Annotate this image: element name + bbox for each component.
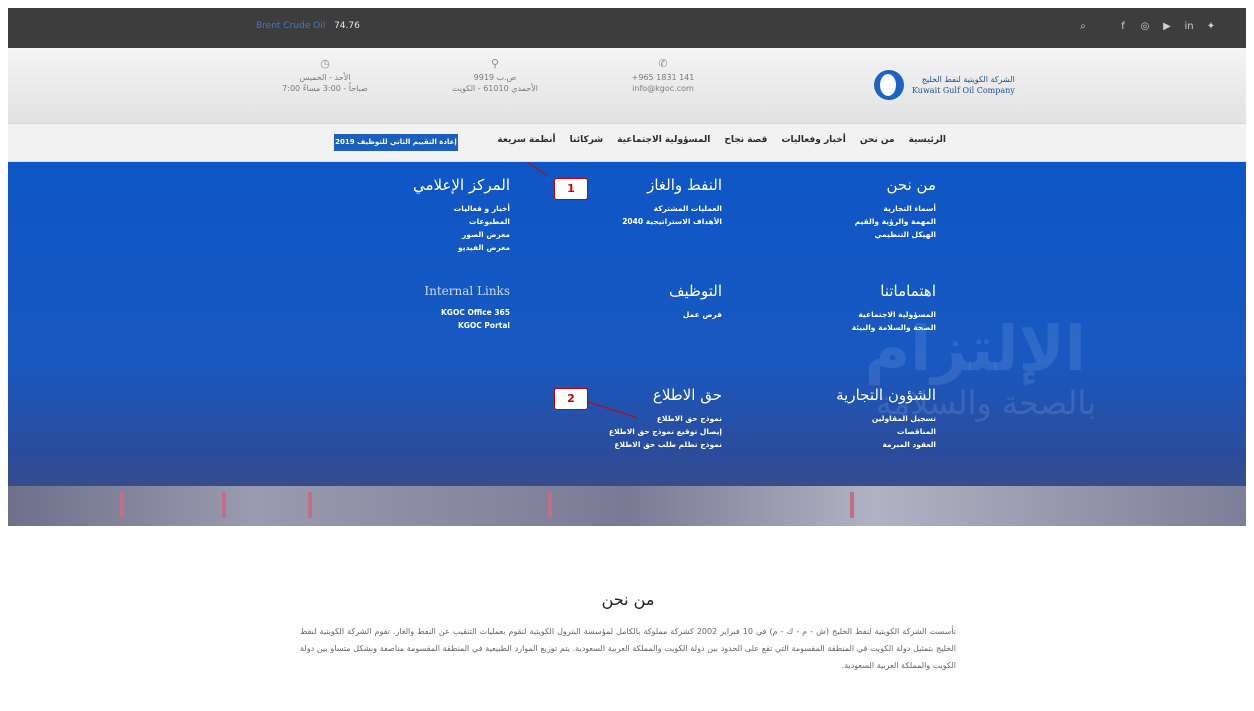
hours-info: ◷ الأحد - الخميس 7:00 صباحاً - 3:00 مساء… bbox=[270, 58, 380, 94]
logo-mark-icon bbox=[874, 70, 904, 100]
nav-item-success[interactable]: قصة نجاح bbox=[724, 135, 767, 145]
search-icon[interactable]: ⌕ bbox=[1076, 20, 1090, 34]
about-section-title: من نحن bbox=[601, 590, 655, 609]
twitter-icon[interactable]: ✦ bbox=[1204, 20, 1218, 34]
top-bar: Brent Crude Oil 74.76 ⌕ f ◎ ▶ in ✦ bbox=[8, 8, 1246, 48]
recruitment-cta-button[interactable]: إعادة التقييم الثاني للتوظيف 2019 bbox=[334, 134, 458, 151]
main-nav: الرئيسية من نحن أخبار وفعاليات قصة نجاح … bbox=[8, 124, 1246, 162]
nav-item-about[interactable]: من نحن bbox=[860, 135, 895, 145]
address-line-2: الأحمدي 61010 - الكويت bbox=[451, 84, 539, 93]
hours-time: 7:00 صباحاً - 3:00 مساءً bbox=[282, 84, 368, 93]
annotation-pointers bbox=[526, 162, 639, 419]
clock-icon: ◷ bbox=[320, 57, 330, 70]
nav-item-news[interactable]: أخبار وفعاليات bbox=[781, 135, 845, 145]
contact-info: ✆ +965 1831 141 info@kgoc.com bbox=[608, 58, 718, 94]
annotation-pointer-2 bbox=[587, 401, 639, 419]
logo-text-en: Kuwait Gulf Oil Company bbox=[912, 86, 1015, 95]
site-header: الشركة الكويتية لنفط الخليج Kuwait Gulf … bbox=[8, 48, 1246, 124]
contact-phone[interactable]: +965 1831 141 bbox=[608, 72, 718, 83]
logo-text-ar: الشركة الكويتية لنفط الخليج bbox=[921, 75, 1015, 84]
nav-item-quick-systems[interactable]: أنظمة سريعة bbox=[497, 135, 555, 145]
mega-menu: الإلتزام بالصحة والسلامة من نحن أسماء ال… bbox=[8, 162, 1246, 526]
about-section-paragraph: تأسست الشركة الكويتية لنفط الخليج (ش - م… bbox=[300, 627, 956, 670]
oil-price-ticker[interactable]: Brent Crude Oil 74.76 bbox=[256, 21, 360, 31]
address-line-1: ص.ب 9919 bbox=[473, 73, 517, 82]
social-icons: ⌕ f ◎ ▶ in ✦ bbox=[1076, 20, 1218, 34]
about-section: من نحن تأسست الشركة الكويتية لنفط الخليج… bbox=[300, 590, 956, 674]
hours-days: الأحد - الخميس bbox=[299, 73, 351, 82]
instagram-icon[interactable]: ◎ bbox=[1138, 20, 1152, 34]
facebook-icon[interactable]: f bbox=[1116, 20, 1130, 34]
annotation-badge-1: 1 bbox=[554, 178, 588, 200]
location-pin-icon: ⚲ bbox=[490, 57, 500, 70]
linkedin-icon[interactable]: in bbox=[1182, 20, 1196, 34]
phone-icon: ✆ bbox=[658, 57, 668, 70]
nav-item-home[interactable]: الرئيسية bbox=[909, 135, 946, 145]
company-logo[interactable]: الشركة الكويتية لنفط الخليج Kuwait Gulf … bbox=[874, 70, 1015, 100]
nav-item-partners[interactable]: شركائنا bbox=[570, 135, 604, 145]
youtube-icon[interactable]: ▶ bbox=[1160, 20, 1174, 34]
ticker-value: 74.76 bbox=[334, 21, 360, 31]
ticker-label: Brent Crude Oil bbox=[256, 21, 326, 31]
nav-item-csr[interactable]: المسؤولية الاجتماعية bbox=[617, 135, 710, 145]
address-info: ⚲ ص.ب 9919 الأحمدي 61010 - الكويت bbox=[440, 58, 550, 94]
annotation-badge-2: 2 bbox=[554, 388, 588, 410]
annotation-pointer-1 bbox=[526, 162, 549, 177]
contact-email[interactable]: info@kgoc.com bbox=[608, 83, 718, 94]
